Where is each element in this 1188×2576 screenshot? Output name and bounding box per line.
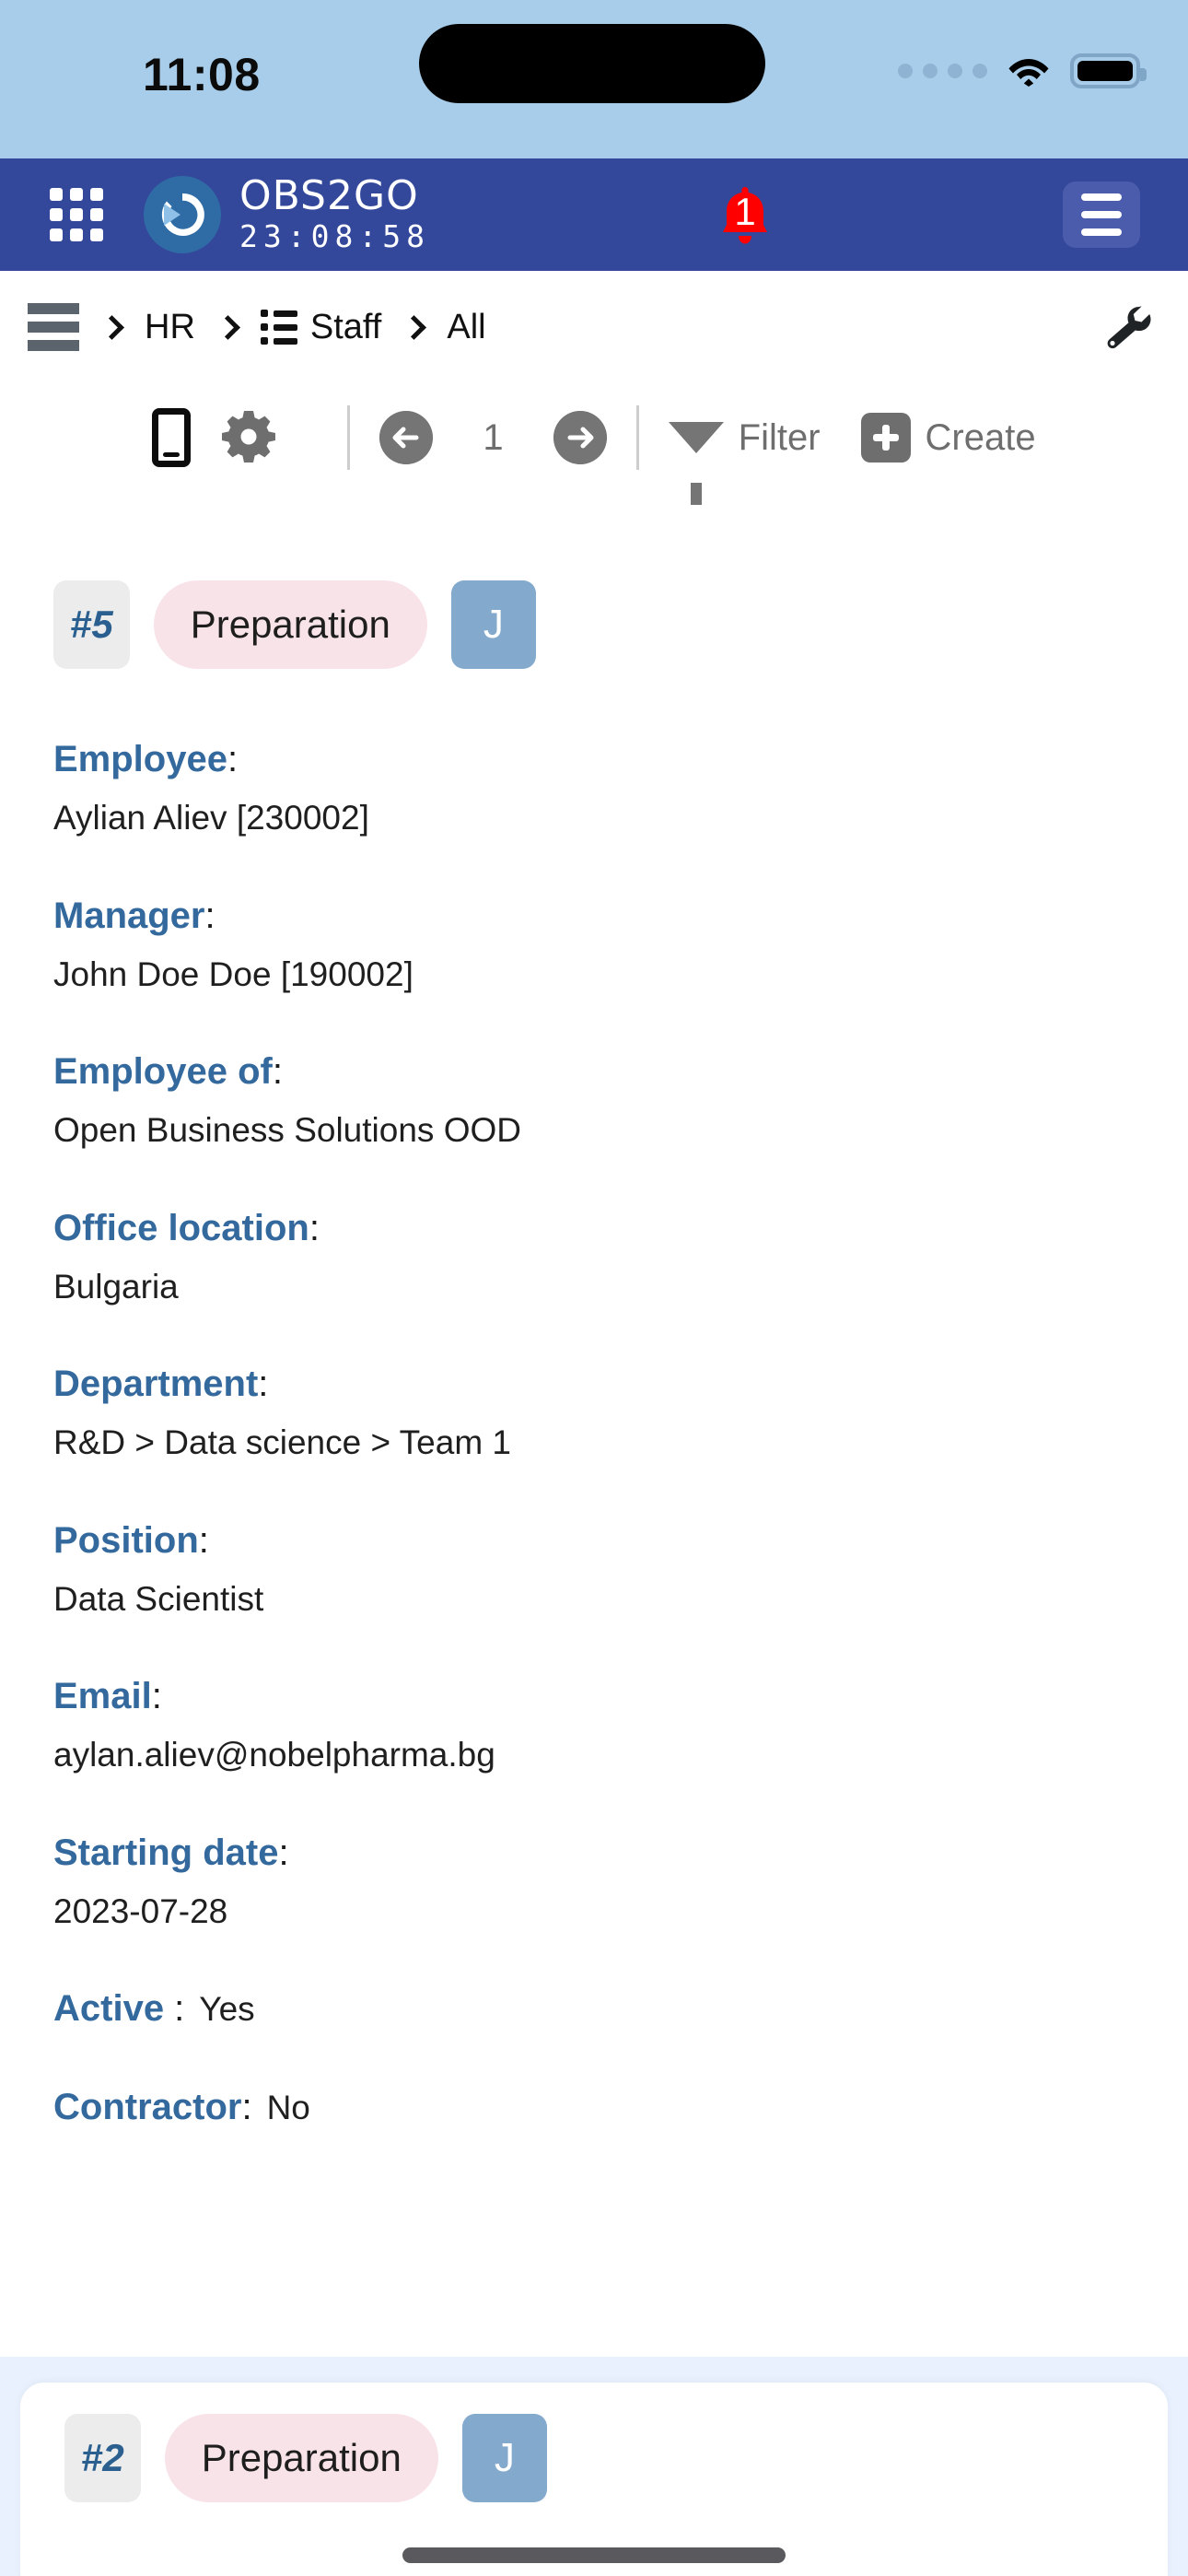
breadcrumb-label: Staff xyxy=(309,307,382,346)
field-label: Manager: xyxy=(53,895,215,936)
breadcrumb-item-all[interactable]: All xyxy=(447,308,485,347)
breadcrumb-label: HR xyxy=(145,307,195,346)
create-label: Create xyxy=(925,416,1036,458)
chevron-right-icon xyxy=(99,314,124,340)
filter-label: Filter xyxy=(738,416,821,458)
plus-square-icon xyxy=(860,413,911,463)
field-value: aylan.aliev@nobelpharma.bg xyxy=(53,1736,495,1774)
field-contractor: Contractor: No xyxy=(53,2087,1135,2128)
field-active: Active : Yes xyxy=(53,1988,1135,2030)
app-header: OBS2GO 23:08:58 1 xyxy=(0,158,1188,271)
chevron-right-icon xyxy=(402,314,427,340)
battery-full-icon xyxy=(1070,53,1147,88)
avatar[interactable]: J xyxy=(450,580,536,669)
field-label: Position: xyxy=(53,1519,209,1561)
field-label: Employee: xyxy=(53,739,239,779)
status-bar-indicators xyxy=(898,53,1147,88)
chevron-right-icon xyxy=(215,314,240,340)
field-employee-of: Employee of: Open Business Solutions OOD xyxy=(53,1051,1135,1151)
notification-count: 1 xyxy=(734,190,756,233)
field-value: Yes xyxy=(199,1990,255,2029)
field-label: Active : xyxy=(53,1988,185,2030)
toolbar-divider xyxy=(635,405,639,470)
arrow-right-circle-icon[interactable] xyxy=(553,411,607,464)
create-button[interactable]: Create xyxy=(860,413,1036,463)
field-value: 2023-07-28 xyxy=(53,1891,228,1930)
field-label: Starting date: xyxy=(53,1832,289,1873)
field-value: R&D > Data science > Team 1 xyxy=(53,1423,512,1462)
record-id-badge[interactable]: #5 xyxy=(53,580,130,669)
wifi-icon xyxy=(1008,59,1049,87)
status-badge[interactable]: Preparation xyxy=(164,2414,438,2502)
breadcrumb-item-hr[interactable]: HR xyxy=(145,308,195,347)
field-label: Office location: xyxy=(53,1207,320,1248)
field-label: Contractor: xyxy=(53,2086,252,2127)
status-bar: 11:08 xyxy=(0,0,1188,158)
status-badge[interactable]: Preparation xyxy=(153,580,427,669)
list-icon xyxy=(261,310,299,345)
mobile-device-icon[interactable] xyxy=(152,408,192,467)
field-value: John Doe Doe [190002] xyxy=(53,954,413,993)
field-position: Position: Data Scientist xyxy=(53,1520,1135,1620)
bell-icon[interactable]: 1 xyxy=(709,181,781,252)
arrow-left-circle-icon[interactable] xyxy=(379,411,434,464)
gear-icon[interactable] xyxy=(222,411,276,464)
record-detail: #5 Preparation J Employee: Aylian Aliev … xyxy=(0,580,1188,2127)
breadcrumb-label: All xyxy=(447,307,486,346)
field-employee: Employee: Aylian Aliev [230002] xyxy=(53,739,1135,838)
page-number: 1 xyxy=(483,416,504,458)
field-manager: Manager: John Doe Doe [190002] xyxy=(53,896,1135,995)
breadcrumb: HR Staff All xyxy=(0,271,1188,383)
avatar[interactable]: J xyxy=(461,2414,547,2502)
field-email: Email: aylan.aliev@nobelpharma.bg xyxy=(53,1676,1135,1775)
next-record-peek[interactable]: #2 Preparation J xyxy=(0,2357,1188,2576)
record-header-chips: #5 Preparation J xyxy=(53,580,1135,669)
brand-block: OBS2GO 23:08:58 xyxy=(239,175,430,254)
session-timer: 23:08:58 xyxy=(239,217,430,254)
wrench-icon[interactable] xyxy=(1100,301,1151,353)
field-label: Department: xyxy=(53,1364,269,1405)
toolbar-divider xyxy=(347,405,351,470)
home-indicator[interactable] xyxy=(402,2547,786,2563)
sidebar-toggle-icon[interactable] xyxy=(28,303,79,351)
brand-name: OBS2GO xyxy=(239,172,419,220)
field-label: Email: xyxy=(53,1676,162,1717)
field-value: No xyxy=(266,2088,310,2126)
field-value: Aylian Aliev [230002] xyxy=(53,799,369,837)
apps-grid-icon[interactable] xyxy=(50,188,105,241)
record-fields: Employee: Aylian Aliev [230002] Manager:… xyxy=(53,739,1135,2127)
field-value: Data Scientist xyxy=(53,1579,264,1618)
hamburger-menu-icon[interactable] xyxy=(1063,181,1140,248)
record-id-badge[interactable]: #2 xyxy=(64,2414,141,2502)
funnel-icon xyxy=(668,422,724,505)
field-department: Department: R&D > Data science > Team 1 xyxy=(53,1364,1135,1463)
field-value: Open Business Solutions OOD xyxy=(53,1111,521,1150)
obs2go-logo-icon xyxy=(144,176,221,253)
signal-dots-icon xyxy=(898,64,987,78)
field-value: Bulgaria xyxy=(53,1267,179,1306)
status-bar-time: 11:08 xyxy=(143,49,261,100)
breadcrumb-item-staff[interactable]: Staff xyxy=(261,308,381,347)
dynamic-island xyxy=(419,24,765,103)
record-toolbar: 1 Filter Create xyxy=(0,383,1188,505)
filter-button[interactable]: Filter xyxy=(668,416,821,505)
next-record-header-chips: #2 Preparation J xyxy=(20,2383,1168,2502)
field-label: Employee of: xyxy=(53,1051,283,1093)
field-office-location: Office location: Bulgaria xyxy=(53,1208,1135,1307)
field-starting-date: Starting date: 2023-07-28 xyxy=(53,1832,1135,1932)
